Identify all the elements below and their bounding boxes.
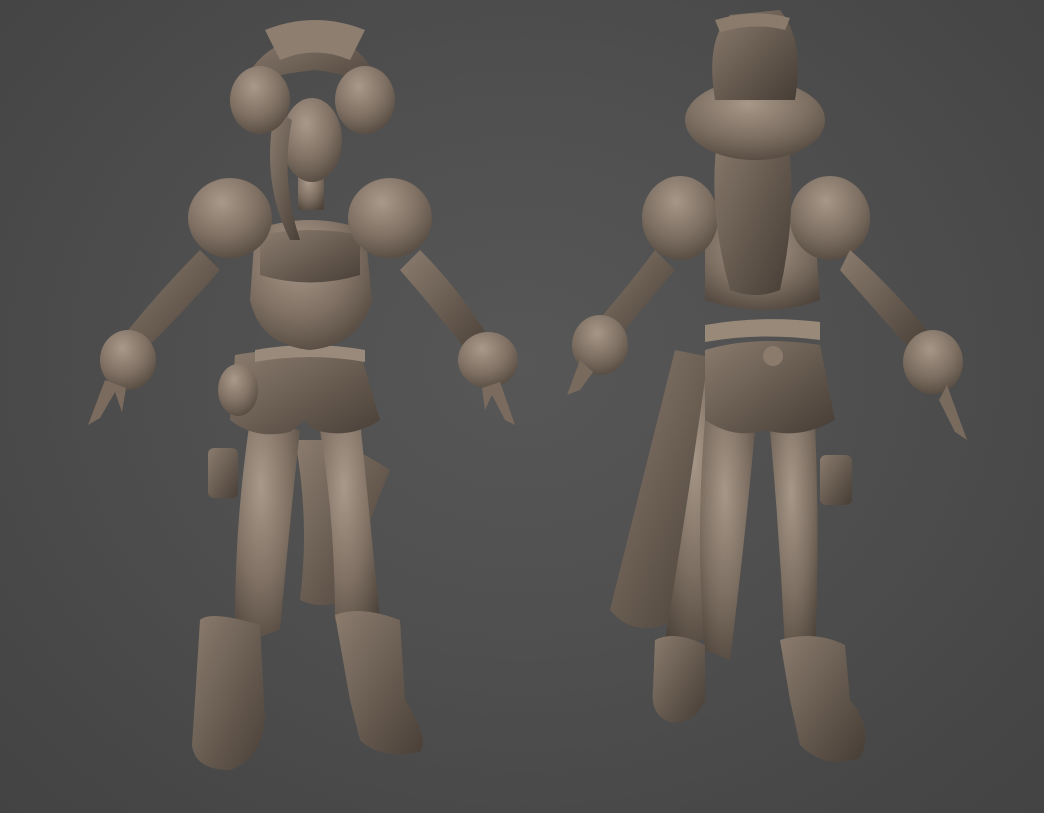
back-figure-sculpt (567, 10, 967, 762)
character-front-view (60, 0, 530, 813)
character-back-view (555, 0, 995, 813)
sculpt-viewport (0, 0, 1044, 813)
front-figure-sculpt (88, 20, 518, 770)
